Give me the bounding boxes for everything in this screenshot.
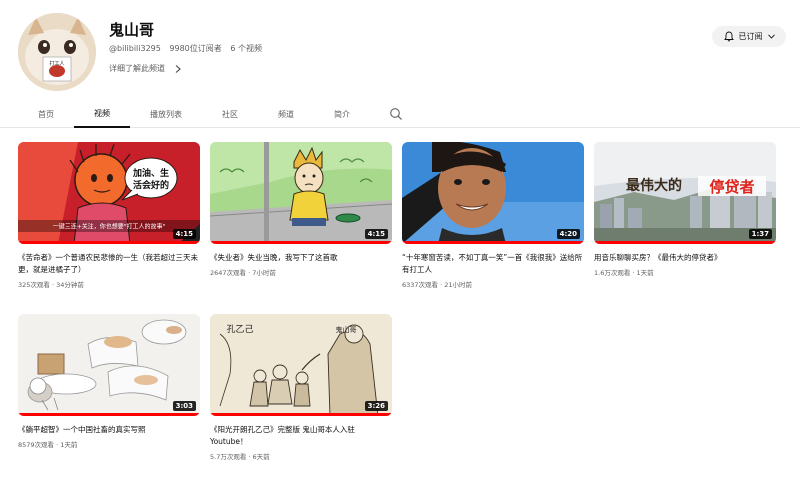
video-thumbnail[interactable]: 最伟大的 停贷者 1:37 xyxy=(594,142,776,244)
watch-progress xyxy=(18,413,200,416)
tab-home[interactable]: 首页 xyxy=(28,100,64,128)
channel-more-link[interactable]: 详细了解此频道 xyxy=(109,63,181,74)
search-icon[interactable] xyxy=(389,107,403,121)
thumbnail-text-left: 最伟大的 xyxy=(626,177,682,194)
thumbnail-text: 孔乙己 xyxy=(226,324,253,335)
channel-handle: @bilibili3295 xyxy=(109,44,161,53)
channel-more-label: 详细了解此频道 xyxy=(109,64,165,73)
duration-badge: 4:15 xyxy=(172,229,196,239)
video-thumbnail[interactable]: 孔乙己 鬼山哥 3:26 xyxy=(210,314,392,416)
video-card[interactable]: 最伟大的 停贷者 1:37 用音乐聊聊买房？《最伟大的停贷者》 1.6万次观看 … xyxy=(594,142,776,277)
channel-tabs: 首页 视频 播放列表 社区 频道 简介 xyxy=(0,100,800,128)
watch-progress xyxy=(18,241,200,244)
watch-progress xyxy=(402,241,584,244)
video-thumbnail[interactable]: 加油、生 活会好的 一键三连+关注，你也想要"打工人的故事" 4:15 xyxy=(18,142,200,244)
video-title[interactable]: 《失业者》失业当晚，我写下了这首歌 xyxy=(210,252,392,264)
duration-badge: 4:20 xyxy=(556,229,580,239)
video-card[interactable]: 4:20 “十年寒窗苦读，不如丁真一笑”一首《我很我》送给所有打工人 6337次… xyxy=(402,142,584,289)
bell-icon xyxy=(723,31,734,42)
svg-text:加油、生: 加油、生 xyxy=(132,167,169,179)
video-meta: 5.7万次观看 · 6天前 xyxy=(210,453,270,461)
video-title[interactable]: 《阳光开朗孔乙己》完整版 鬼山哥本人入驻Youtube！ xyxy=(210,424,392,448)
chevron-down-icon xyxy=(767,34,775,39)
video-title[interactable]: “十年寒窗苦读，不如丁真一笑”一首《我很我》送给所有打工人 xyxy=(402,252,584,276)
video-card[interactable]: 4:15 《失业者》失业当晚，我写下了这首歌 2647次观看 · 7小时前 xyxy=(210,142,392,277)
channel-header: 打工人 鬼山哥 @bilibili3295 9980位订阅者 6 个视频 详细了… xyxy=(0,0,800,100)
watch-progress xyxy=(594,241,776,244)
svg-text:一键三连+关注，你也想要"打工人的故事": 一键三连+关注，你也想要"打工人的故事" xyxy=(53,223,166,231)
video-thumbnail[interactable]: 3:03 xyxy=(18,314,200,416)
avatar-sign-text: 打工人 xyxy=(49,60,64,67)
tab-about[interactable]: 简介 xyxy=(324,100,360,128)
tab-community[interactable]: 社区 xyxy=(212,100,248,128)
subscribed-button[interactable]: 已订阅 xyxy=(712,26,786,47)
duration-badge: 4:15 xyxy=(364,229,388,239)
video-card[interactable]: 加油、生 活会好的 一键三连+关注，你也想要"打工人的故事" 4:15 《苦命者… xyxy=(18,142,200,289)
channel-avatar[interactable]: 打工人 xyxy=(18,13,96,91)
video-thumbnail[interactable]: 4:20 xyxy=(402,142,584,244)
channel-meta: @bilibili3295 9980位订阅者 6 个视频 xyxy=(109,43,268,54)
chevron-right-icon xyxy=(175,64,181,73)
video-meta: 2647次观看 · 7小时前 xyxy=(210,269,276,277)
duration-badge: 3:26 xyxy=(364,401,388,411)
channel-name: 鬼山哥 xyxy=(109,21,155,39)
video-card[interactable]: 孔乙己 鬼山哥 3:26 《阳光开朗孔乙己》完整版 鬼山哥本人入驻Youtube… xyxy=(210,314,392,461)
video-thumbnail[interactable]: 4:15 xyxy=(210,142,392,244)
watch-progress xyxy=(210,241,392,244)
watch-progress xyxy=(210,413,392,416)
tab-channels[interactable]: 频道 xyxy=(268,100,304,128)
subscribed-label: 已订阅 xyxy=(738,32,763,41)
video-meta: 325次观看 · 34分钟前 xyxy=(18,281,84,289)
thumbnail-text-right: 停贷者 xyxy=(709,178,754,196)
svg-text:活会好的: 活会好的 xyxy=(133,179,169,191)
tab-videos[interactable]: 视频 xyxy=(74,100,130,128)
duration-badge: 3:03 xyxy=(172,401,196,411)
subscriber-count: 9980位订阅者 xyxy=(169,44,222,53)
video-count: 6 个视频 xyxy=(230,44,262,53)
video-card[interactable]: 3:03 《躺平超智》一个中国社畜的真实写照 8579次观看 · 1天前 xyxy=(18,314,200,449)
video-title[interactable]: 用音乐聊聊买房？《最伟大的停贷者》 xyxy=(594,252,776,264)
tab-playlists[interactable]: 播放列表 xyxy=(140,100,192,128)
duration-badge: 1:37 xyxy=(748,229,772,239)
video-title[interactable]: 《躺平超智》一个中国社畜的真实写照 xyxy=(18,424,200,436)
thumbnail-author: 鬼山哥 xyxy=(336,325,357,334)
video-meta: 1.6万次观看 · 1天前 xyxy=(594,269,654,277)
video-title[interactable]: 《苦命者》一个普通农民悲惨的一生（我若超过三天未更，就是进橘子了） xyxy=(18,252,200,276)
video-meta: 8579次观看 · 1天前 xyxy=(18,441,78,449)
video-meta: 6337次观看 · 21小时前 xyxy=(402,281,473,289)
